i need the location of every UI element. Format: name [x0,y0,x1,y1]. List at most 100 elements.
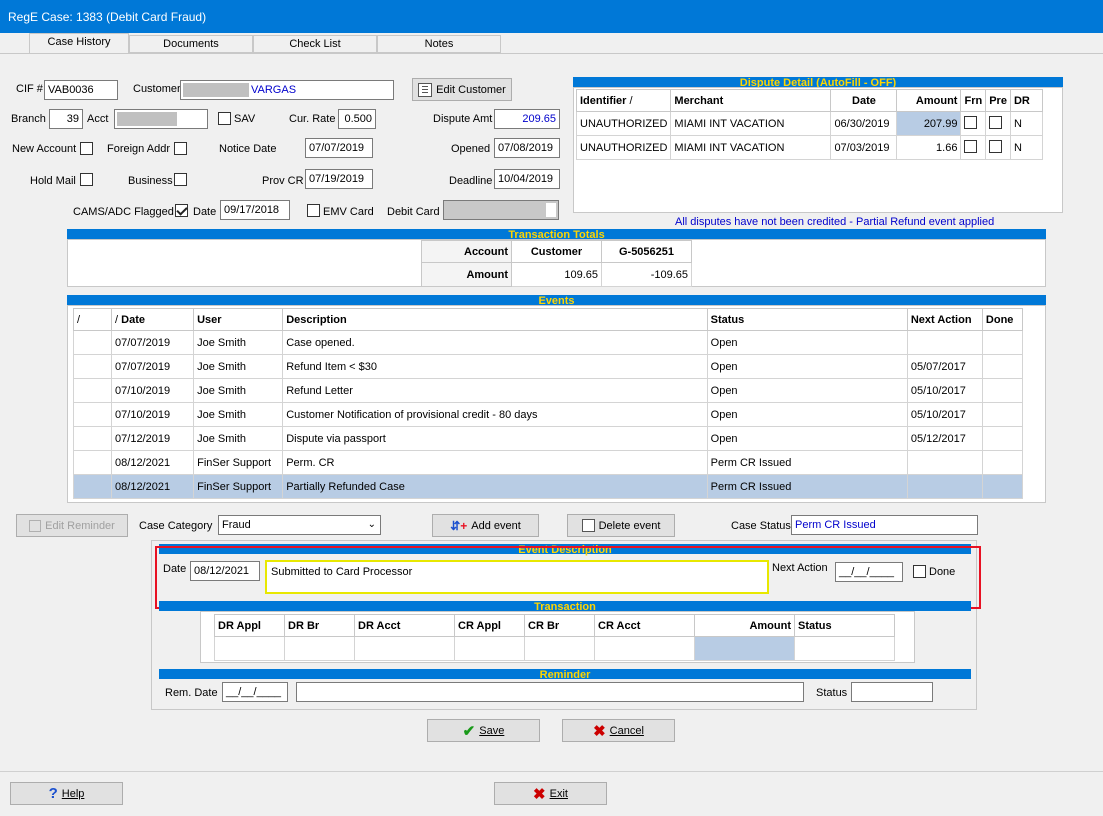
col-dr-acct[interactable]: DR Acct [354,614,455,637]
col-date[interactable]: / Date [111,308,195,331]
col-sort[interactable]: / [72,308,113,331]
table-row[interactable]: 07/10/2019 Joe Smith Customer Notification… [72,402,1024,427]
save-button[interactable]: ✔ Save [427,719,540,742]
emv-checkbox[interactable] [307,204,320,217]
help-button[interactable]: ? Help [10,782,123,805]
deadline-field[interactable]: 10/04/2019 [494,169,560,189]
cell-dr-br[interactable] [284,636,355,661]
cell-pre[interactable] [985,111,1011,136]
cell-date: 07/12/2019 [111,426,195,451]
cams-checkbox[interactable] [175,204,188,217]
acct-field[interactable] [114,109,208,129]
col-description[interactable]: Description [282,308,708,331]
x-icon: ✖ [593,722,606,740]
dispute-amt-field[interactable]: 209.65 [494,109,560,129]
table-row[interactable]: 08/12/2021 FinSer Support Perm. CR Perm CR … [72,450,1024,475]
frn-checkbox[interactable] [964,115,978,129]
exit-label: Exit [549,787,568,800]
opened-field[interactable]: 07/08/2019 [494,138,560,158]
cell-dr-appl[interactable] [214,636,285,661]
col-done[interactable]: Done [981,308,1024,331]
table-row[interactable]: 08/12/2021 FinSer Support Partially Refund… [72,474,1024,499]
case-category-select[interactable]: Fraud ⌄ [218,515,381,535]
hold-mail-checkbox[interactable] [80,173,93,186]
col-date[interactable]: Date [830,89,898,112]
col-cr-appl[interactable]: CR Appl [454,614,525,637]
cell-cr-br[interactable] [524,636,595,661]
col-merchant[interactable]: Merchant [670,89,832,112]
event-date-field[interactable]: 08/12/2021 [190,561,260,581]
col-user[interactable]: User [193,308,284,331]
table-row[interactable]: 07/12/2019 Joe Smith Dispute via passport O… [72,426,1024,451]
help-icon: ? [48,785,58,802]
edit-reminder-label: Edit Reminder [45,519,115,532]
col-cr-acct[interactable]: CR Acct [594,614,695,637]
branch-field[interactable]: 39 [49,109,83,129]
tab-case-history[interactable]: Case History [29,33,129,53]
prov-cr-field[interactable]: 07/19/2019 [305,169,373,189]
col-status[interactable]: Status [794,614,895,637]
col-frn[interactable]: Frn [960,89,987,112]
table-row[interactable] [214,636,895,661]
tab-notes[interactable]: Notes [377,35,501,53]
cell-frn[interactable] [960,111,987,136]
done-checkbox[interactable] [913,565,926,578]
cams-date-field[interactable]: 09/17/2018 [220,200,290,220]
sav-checkbox[interactable] [218,112,231,125]
col-cr-br[interactable]: CR Br [524,614,595,637]
delete-event-button[interactable]: Delete event [567,514,675,537]
cell-amount[interactable]: 1.66 [896,135,962,160]
event-description-input[interactable]: Submitted to Card Processor [265,560,769,594]
cur-rate-field[interactable]: 0.500 [338,109,376,129]
pre-checkbox[interactable] [989,115,1003,129]
pre-checkbox[interactable] [989,139,1003,153]
cell-status[interactable] [794,636,895,661]
cell-amount[interactable] [694,636,795,661]
table-row[interactable]: UNAUTHORIZED MIAMI INT VACATION 06/30/20… [575,111,1044,136]
table-row[interactable]: 07/07/2019 Joe Smith Refund Item < $30 Open… [72,354,1024,379]
cell-frn[interactable] [960,135,987,160]
col-pre[interactable]: Pre [985,89,1011,112]
col-identifier[interactable]: Identifier / [575,89,672,112]
cell-cr-appl[interactable] [454,636,525,661]
customer-field[interactable]: VARGAS [180,80,394,100]
case-status-field[interactable]: Perm CR Issued [791,515,978,535]
exit-icon: ✖ [533,785,546,803]
table-row[interactable]: UNAUTHORIZED MIAMI INT VACATION 07/03/20… [575,135,1044,160]
col-amount[interactable]: Amount [896,89,962,112]
cell-cr-acct[interactable] [594,636,695,661]
table-row[interactable]: 07/07/2019 Joe Smith Case opened. Open [72,330,1024,355]
edit-customer-button[interactable]: Edit Customer [412,78,512,101]
new-account-checkbox[interactable] [80,142,93,155]
cell-dr-acct[interactable] [354,636,455,661]
rem-date-field[interactable]: __/__/____ [222,682,288,702]
table-row[interactable]: 07/10/2019 Joe Smith Refund Letter Open 05/1… [72,378,1024,403]
cell-user: Joe Smith [193,354,284,379]
cancel-button[interactable]: ✖ Cancel [562,719,675,742]
tab-check-list[interactable]: Check List [253,35,377,53]
reminder-status-field[interactable] [851,682,933,702]
notice-date-field[interactable]: 07/07/2019 [305,138,373,158]
col-dr[interactable]: DR [1009,89,1044,112]
exit-button[interactable]: ✖ Exit [494,782,607,805]
tab-documents[interactable]: Documents [129,35,253,53]
cif-field[interactable]: VAB0036 [44,80,118,100]
business-checkbox[interactable] [174,173,187,186]
edit-reminder-button[interactable]: Edit Reminder [16,514,128,537]
col-status[interactable]: Status [706,308,908,331]
next-action-field[interactable]: __/__/____ [835,562,903,582]
cell-pre[interactable] [985,135,1011,160]
frn-checkbox[interactable] [964,139,978,153]
cell-amount[interactable]: 207.99 [896,111,962,136]
col-dr-appl[interactable]: DR Appl [214,614,285,637]
col-dr-br[interactable]: DR Br [284,614,355,637]
debit-card-field[interactable] [443,200,559,220]
add-event-button[interactable]: ⇵+ Add event [432,514,539,537]
col-amount[interactable]: Amount [694,614,795,637]
col-next-action[interactable]: Next Action [906,308,983,331]
cell-identifier: UNAUTHORIZED [575,111,672,136]
cell-next-action: 05/07/2017 [906,354,983,379]
reminder-text-field[interactable] [296,682,804,702]
acct-label: Acct [87,113,109,125]
foreign-addr-checkbox[interactable] [174,142,187,155]
